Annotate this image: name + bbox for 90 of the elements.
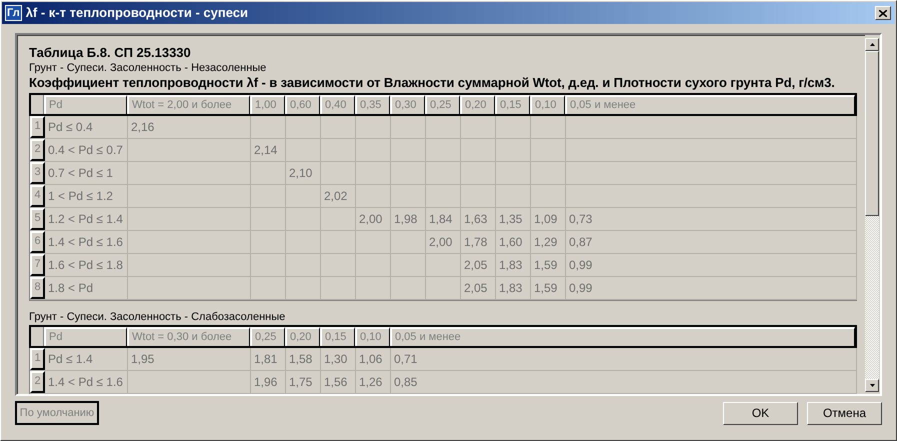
- table-cell: 1,63: [461, 208, 496, 230]
- column-header: 0,60: [285, 95, 320, 114]
- row-number: 3: [30, 162, 45, 184]
- table-cell: 0.7 < Pd ≤ 1: [45, 162, 128, 184]
- table-cell: 0,87: [566, 231, 857, 253]
- table-cell: 1,75: [286, 371, 321, 393]
- app-icon: Гл: [5, 5, 22, 21]
- table-cell: 1,78: [461, 231, 496, 253]
- down-arrow-icon: [870, 384, 874, 387]
- column-header: Pd: [44, 327, 127, 346]
- row-number: 2: [30, 139, 45, 161]
- row-number: 1: [30, 348, 45, 370]
- table-title: Таблица Б.8. СП 25.13330: [29, 45, 192, 61]
- table-cell: 0,85: [391, 371, 857, 393]
- table-cell: 1,29: [531, 231, 566, 253]
- column-header: Wtot = 2,00 и более: [127, 95, 250, 114]
- table-cell: 2,00: [426, 231, 461, 253]
- table-cell: 0.4 < Pd ≤ 0.7: [45, 139, 128, 161]
- table-cell: 2,02: [321, 185, 356, 207]
- section-subtitle: Грунт - Супеси. Засоленность - Слабозасоленные: [29, 310, 286, 324]
- table-cell: 1.4 < Pd ≤ 1.6: [45, 371, 128, 393]
- column-header: 0,35: [355, 95, 390, 114]
- column-header: 0,30: [390, 95, 425, 114]
- table-cell: 1,60: [496, 231, 531, 253]
- table-cell: 2,10: [286, 162, 321, 184]
- row-number: 2: [30, 371, 45, 393]
- table-cell: 1,59: [531, 277, 566, 299]
- section-subtitle: Грунт - Супеси. Засоленность - Незасоленные: [29, 61, 268, 75]
- table-cell: 1,84: [426, 208, 461, 230]
- table-cell: 1.2 < Pd ≤ 1.4: [45, 208, 128, 230]
- table-cell: 1,95: [128, 348, 251, 370]
- column-header: 0,05 и менее: [565, 95, 855, 114]
- table-cell: 0,99: [566, 254, 857, 276]
- table-cell: 1,96: [251, 371, 286, 393]
- scroll-thumb[interactable]: [865, 51, 879, 216]
- column-header: 0,15: [320, 327, 355, 346]
- column-header: 0,20: [460, 95, 495, 114]
- column-header: 0,10: [355, 327, 390, 346]
- table-cell: Pd ≤ 1.4: [45, 348, 128, 370]
- row-number: 6: [30, 231, 45, 253]
- table-cell: 2,16: [128, 116, 251, 138]
- column-header: 1,00: [250, 95, 285, 114]
- table-cell: Pd ≤ 0.4: [45, 116, 128, 138]
- column-header: 0,25: [425, 95, 460, 114]
- column-header: 0,20: [285, 327, 320, 346]
- table-cell: 1.6 < Pd ≤ 1.8: [45, 254, 128, 276]
- table-cell: 1,35: [496, 208, 531, 230]
- column-header: 0,05 и менее: [390, 327, 855, 346]
- table-cell: 1.4 < Pd ≤ 1.6: [45, 231, 128, 253]
- window-title: λf - к-т теплопроводности - супеси: [26, 4, 248, 22]
- close-button[interactable]: [875, 6, 891, 20]
- ok-button[interactable]: OK: [723, 402, 798, 424]
- table-cell: 1,56: [321, 371, 356, 393]
- table-cell: 1,98: [391, 208, 426, 230]
- table-cell: 0,73: [566, 208, 857, 230]
- scrollbar[interactable]: [865, 38, 879, 392]
- table-cell: 2,05: [461, 254, 496, 276]
- table-cell: 1,58: [286, 348, 321, 370]
- row-number: 1: [30, 116, 45, 138]
- table-cell: 2,14: [251, 139, 286, 161]
- row-number: 8: [30, 277, 45, 299]
- table-cell: 1 < Pd ≤ 1.2: [45, 185, 128, 207]
- table-cell: 2,00: [356, 208, 391, 230]
- column-header: 0,25: [250, 327, 285, 346]
- table-heading: Коэффициент теплопроводности λf - в зависимости от Влажности суммарной Wtot, д.ед. и Плотности сухого грунта Pd, г/см3.: [29, 75, 836, 91]
- row-number: 7: [30, 254, 45, 276]
- column-header: 0,15: [495, 95, 530, 114]
- row-number: 4: [30, 185, 45, 207]
- row-number: 5: [30, 208, 45, 230]
- up-arrow-icon: [870, 43, 874, 46]
- column-header: Wtot = 0,30 и более: [127, 327, 250, 346]
- table-cell: 1,06: [356, 348, 391, 370]
- scroll-up-button[interactable]: [865, 38, 879, 51]
- table-cell: 0,71: [391, 348, 857, 370]
- table-cell: 0,99: [566, 277, 857, 299]
- table-cell: 1,83: [496, 254, 531, 276]
- column-header: 0,40: [320, 95, 355, 114]
- table-cell: 1,30: [321, 348, 356, 370]
- close-icon: [879, 10, 887, 16]
- cancel-button[interactable]: Отмена: [807, 402, 882, 424]
- table-cell: 1,59: [531, 254, 566, 276]
- scroll-down-button[interactable]: [865, 379, 879, 392]
- table-cell: 1,26: [356, 371, 391, 393]
- table-cell: 1,83: [496, 277, 531, 299]
- column-header: Pd: [44, 95, 127, 114]
- table-cell: 1.8 < Pd: [45, 277, 128, 299]
- table-cell: 1,81: [251, 348, 286, 370]
- column-header: 0,10: [530, 95, 565, 114]
- table-cell: 1,09: [531, 208, 566, 230]
- table-cell: 2,05: [461, 277, 496, 299]
